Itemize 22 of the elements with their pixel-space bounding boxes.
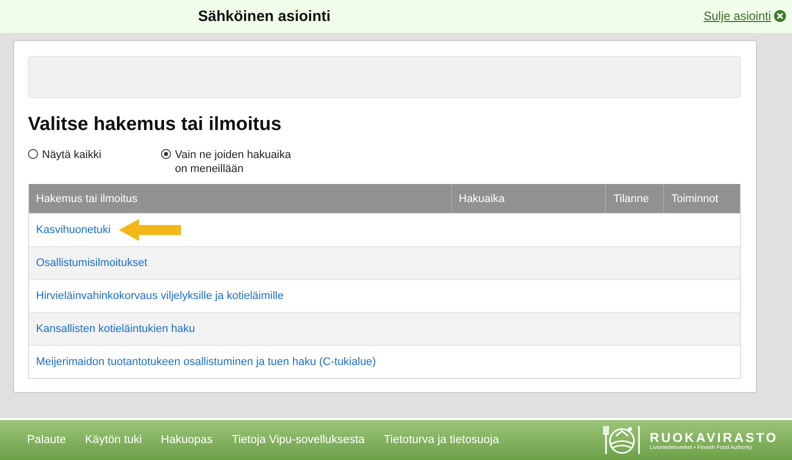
footer-link[interactable]: Tietoja Vipu-sovelluksesta [232,434,365,446]
footer-link[interactable]: Tietoturva ja tietosuoja [384,434,499,446]
footer-link[interactable]: Hakuopas [160,434,213,446]
logo-name: RUOKAVIRASTO [650,430,778,444]
footer-link[interactable]: Käytön tuki [85,434,142,446]
application-link[interactable]: Meijerimaidon tuotantotukeen osallistuminen ja tuen haku (C-tukialue) [36,356,376,368]
column-header: Tilanne [606,184,664,213]
logo-drawing [602,424,642,456]
filter-radio[interactable]: Vain ne joiden hakuaika on meneillään [161,148,300,176]
column-header: Toiminnot [670,192,720,206]
column-header: Hakemus tai ilmoitus [29,184,452,213]
close-session-link[interactable]: Sulje asiointi [704,9,786,23]
application-link[interactable]: Hirvieläinvahinkokorvaus viljelyksille ja kotieläimille [36,290,284,302]
page-title: Sähköinen asiointi [198,8,331,25]
application-link[interactable]: Kansallisten kotieläintukien haku [36,323,195,335]
column-header: Hakuaika [452,184,606,213]
section-heading: Valitse hakemus tai ilmoitus [28,114,282,136]
filter-radio[interactable]: Näytä kaikki [28,148,161,176]
footer-link[interactable]: Palaute [27,434,66,446]
application-link[interactable]: Osallistumisilmoitukset [36,257,148,269]
close-icon [774,10,786,22]
application-link[interactable]: Kasvihuonetuki [36,224,111,236]
